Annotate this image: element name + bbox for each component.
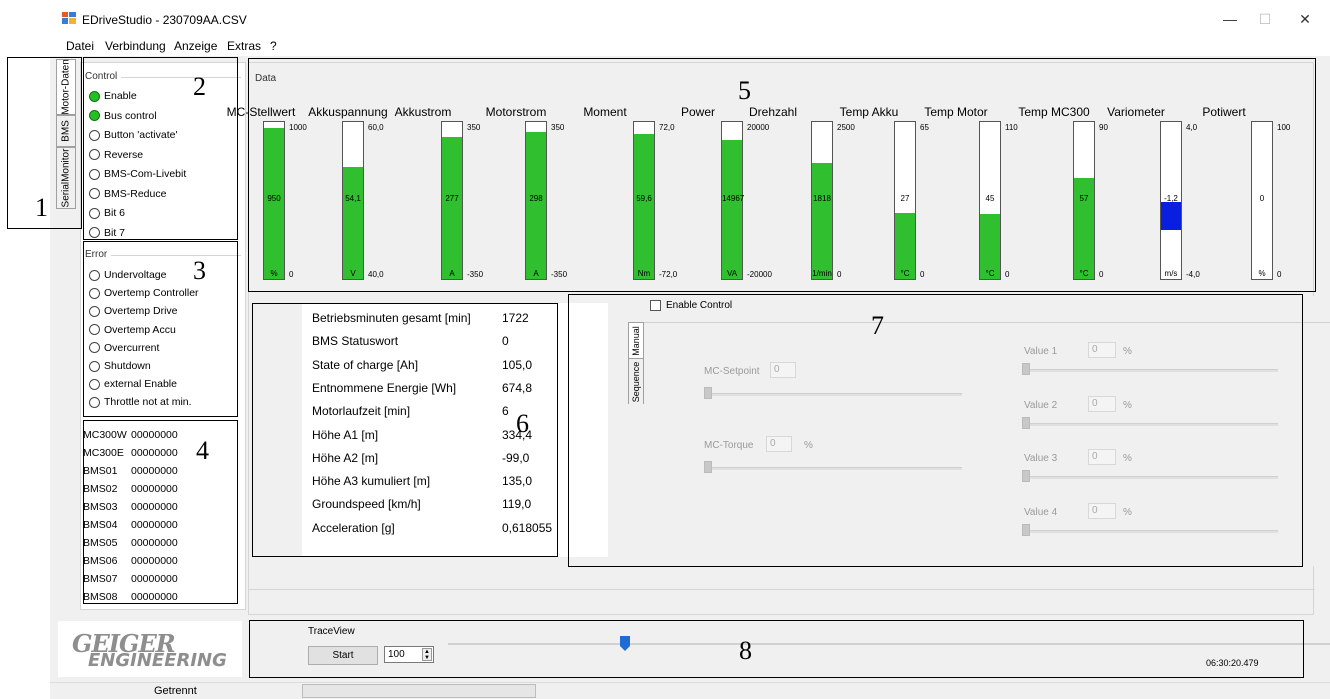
annotation-box-2 — [83, 57, 238, 240]
annotation-number-5: 5 — [738, 76, 751, 105]
annotation-box-4 — [83, 420, 238, 604]
window-title: EDriveStudio - 230709AA.CSV — [82, 13, 247, 27]
geiger-logo: GEIGER ENGINEERING — [58, 621, 242, 677]
status-bar: Getrennt — [50, 682, 1330, 699]
annotation-number-1: 1 — [35, 193, 48, 222]
menu-verbindung[interactable]: Verbindung — [105, 39, 166, 53]
progress-bar — [302, 684, 536, 698]
annotation-box-8 — [249, 620, 1304, 678]
annotation-number-3: 3 — [193, 256, 206, 285]
annotation-number-4: 4 — [196, 436, 209, 465]
menu-anzeige[interactable]: Anzeige — [174, 39, 217, 53]
annotation-box-7 — [568, 294, 1303, 567]
annotation-number-2: 2 — [193, 72, 206, 101]
annotation-number-6: 6 — [516, 409, 529, 438]
annotation-box-5 — [248, 58, 1316, 292]
connection-status: Getrennt — [154, 685, 197, 697]
annotation-box-6 — [252, 303, 558, 557]
minimize-button[interactable]: — — [1210, 8, 1250, 30]
menu-help[interactable]: ? — [270, 39, 277, 53]
close-button[interactable]: ✕ — [1285, 8, 1325, 30]
menu-bar: Datei Verbindung Anzeige Extras ? — [50, 38, 1330, 56]
app-icon — [62, 12, 76, 24]
annotation-number-7: 7 — [871, 311, 884, 340]
maximize-button[interactable]: ☐ — [1245, 8, 1285, 30]
menu-datei[interactable]: Datei — [66, 39, 94, 53]
annotation-box-3 — [83, 241, 238, 417]
menu-extras[interactable]: Extras — [227, 39, 261, 53]
title-bar: EDriveStudio - 230709AA.CSV — ☐ ✕ — [50, 0, 1330, 38]
annotation-number-8: 8 — [739, 636, 752, 665]
